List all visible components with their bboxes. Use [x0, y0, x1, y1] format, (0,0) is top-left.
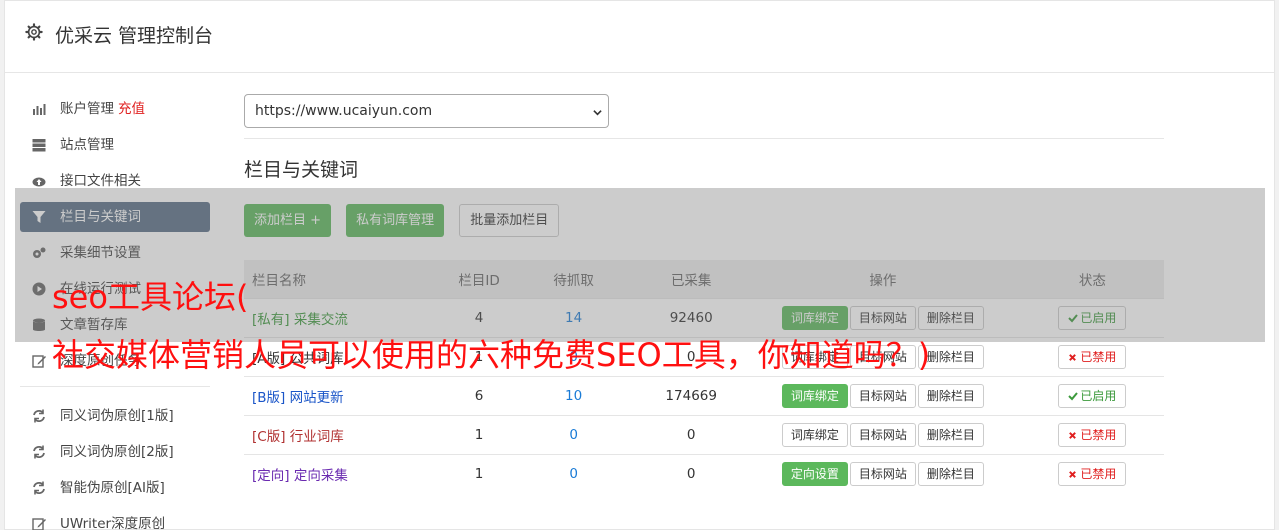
sidebar-item-sites[interactable]: 站点管理 [20, 130, 210, 160]
gear-icon [25, 23, 43, 41]
collected-count-cell: 174669 [637, 375, 745, 415]
status-label: 已禁用 [1080, 466, 1117, 481]
sidebar-item-label: 账户管理 [60, 101, 114, 117]
collected-count-cell: 0 [637, 453, 745, 493]
chevron-down-icon [593, 110, 602, 116]
divider [244, 138, 1164, 139]
bar-chart-icon [33, 104, 46, 115]
delete-column-button[interactable]: 删除栏目 [917, 422, 984, 447]
edit-icon [32, 518, 46, 530]
server-icon [32, 139, 46, 152]
status-cell: 已禁用 [1020, 453, 1164, 493]
bind-lexicon-button[interactable]: 定向设置 [781, 461, 848, 486]
target-site-button[interactable]: 目标网站 [849, 461, 916, 486]
close-icon [1069, 353, 1077, 361]
column-id-cell: 1 [448, 453, 510, 493]
recharge-link[interactable]: 充值 [118, 101, 145, 117]
status-toggle-button[interactable]: 已禁用 [1058, 422, 1127, 447]
target-site-button[interactable]: 目标网站 [849, 422, 916, 447]
cloud-upload-icon [32, 177, 46, 187]
top-bar: 优采云 管理控制台 [5, 1, 1274, 73]
status-label: 已禁用 [1080, 349, 1117, 364]
overlay-title-line2: 社交媒体营销人员可以使用的六种免费SEO工具，你知道吗？) [52, 336, 931, 374]
sidebar-item-label: 智能伪原创[AI版] [60, 480, 165, 496]
status-toggle-button[interactable]: 已禁用 [1058, 344, 1127, 369]
column-name-link[interactable]: 定向采集 [294, 468, 348, 484]
sidebar-divider [20, 386, 210, 387]
status-cell: 已禁用 [1020, 336, 1164, 376]
status-toggle-button[interactable]: 已禁用 [1058, 461, 1127, 486]
status-cell: 已禁用 [1020, 414, 1164, 454]
table-row: [C版] 行业词库 1 0 0 词库绑定 目标网站 删除栏目 已禁用 [244, 414, 1164, 454]
sidebar-item-uwriter[interactable]: UWriter深度原创 [20, 509, 210, 530]
column-tag: [B版] [252, 389, 286, 406]
status-label: 已禁用 [1080, 427, 1117, 442]
column-name-link[interactable]: 网站更新 [290, 390, 344, 406]
pending-count-link[interactable]: 0 [509, 453, 638, 493]
refresh-icon [33, 409, 45, 423]
site-select-value: https://www.ucaiyun.com [255, 103, 433, 119]
sidebar-item-label: 站点管理 [60, 137, 114, 153]
column-name-link[interactable]: 行业词库 [290, 429, 344, 445]
delete-column-button[interactable]: 删除栏目 [917, 383, 984, 408]
table-row: [B版] 网站更新 6 10 174669 词库绑定 目标网站 删除栏目 已启用 [244, 375, 1164, 415]
status-cell: 已启用 [1020, 375, 1164, 415]
sidebar-item-account[interactable]: 账户管理 充值 [20, 94, 210, 124]
sidebar-item-label: 同义词伪原创[1版] [60, 408, 174, 424]
column-name-cell: [定向] 定向采集 [244, 453, 449, 493]
target-site-button[interactable]: 目标网站 [849, 383, 916, 408]
column-tag: [C版] [252, 428, 286, 445]
actions-cell: 词库绑定 目标网站 删除栏目 [744, 375, 1021, 415]
sidebar-item-label: UWriter深度原创 [60, 516, 166, 530]
status-label: 已启用 [1080, 388, 1117, 403]
pending-count-link[interactable]: 10 [509, 375, 638, 415]
sidebar-item-label: 接口文件相关 [60, 173, 141, 189]
column-tag: [定向] [252, 467, 290, 484]
bind-lexicon-button[interactable]: 词库绑定 [781, 422, 848, 447]
check-icon [1068, 391, 1079, 400]
status-toggle-button[interactable]: 已启用 [1058, 383, 1127, 408]
pending-count-link[interactable]: 0 [509, 414, 638, 454]
collected-count-cell: 0 [637, 414, 745, 454]
app-title: 优采云 管理控制台 [55, 25, 214, 47]
actions-cell: 定向设置 目标网站 删除栏目 [744, 453, 1021, 493]
sidebar-item-synonym-v1[interactable]: 同义词伪原创[1版] [20, 401, 210, 431]
delete-column-button[interactable]: 删除栏目 [917, 461, 984, 486]
bind-lexicon-button[interactable]: 词库绑定 [781, 383, 848, 408]
sidebar-item-ai-rewrite[interactable]: 智能伪原创[AI版] [20, 473, 210, 503]
table-row: [定向] 定向采集 1 0 0 定向设置 目标网站 删除栏目 已禁用 [244, 453, 1164, 493]
column-id-cell: 6 [448, 375, 510, 415]
overlay-title-line1: seo工具论坛( [52, 278, 249, 316]
column-name-cell: [C版] 行业词库 [244, 414, 449, 454]
close-icon [1069, 431, 1077, 439]
actions-cell: 词库绑定 目标网站 删除栏目 [744, 414, 1021, 454]
sidebar-item-synonym-v2[interactable]: 同义词伪原创[2版] [20, 437, 210, 467]
ad-overlay-band [15, 188, 1265, 342]
edit-icon [32, 355, 46, 368]
refresh-icon [33, 481, 45, 495]
sidebar-item-label: 同义词伪原创[2版] [60, 444, 174, 460]
page-heading: 栏目与关键词 [244, 159, 359, 181]
site-select[interactable]: https://www.ucaiyun.com [244, 94, 609, 128]
close-icon [1069, 470, 1077, 478]
column-id-cell: 1 [448, 414, 510, 454]
column-name-cell: [B版] 网站更新 [244, 375, 449, 415]
refresh-icon [33, 445, 45, 459]
